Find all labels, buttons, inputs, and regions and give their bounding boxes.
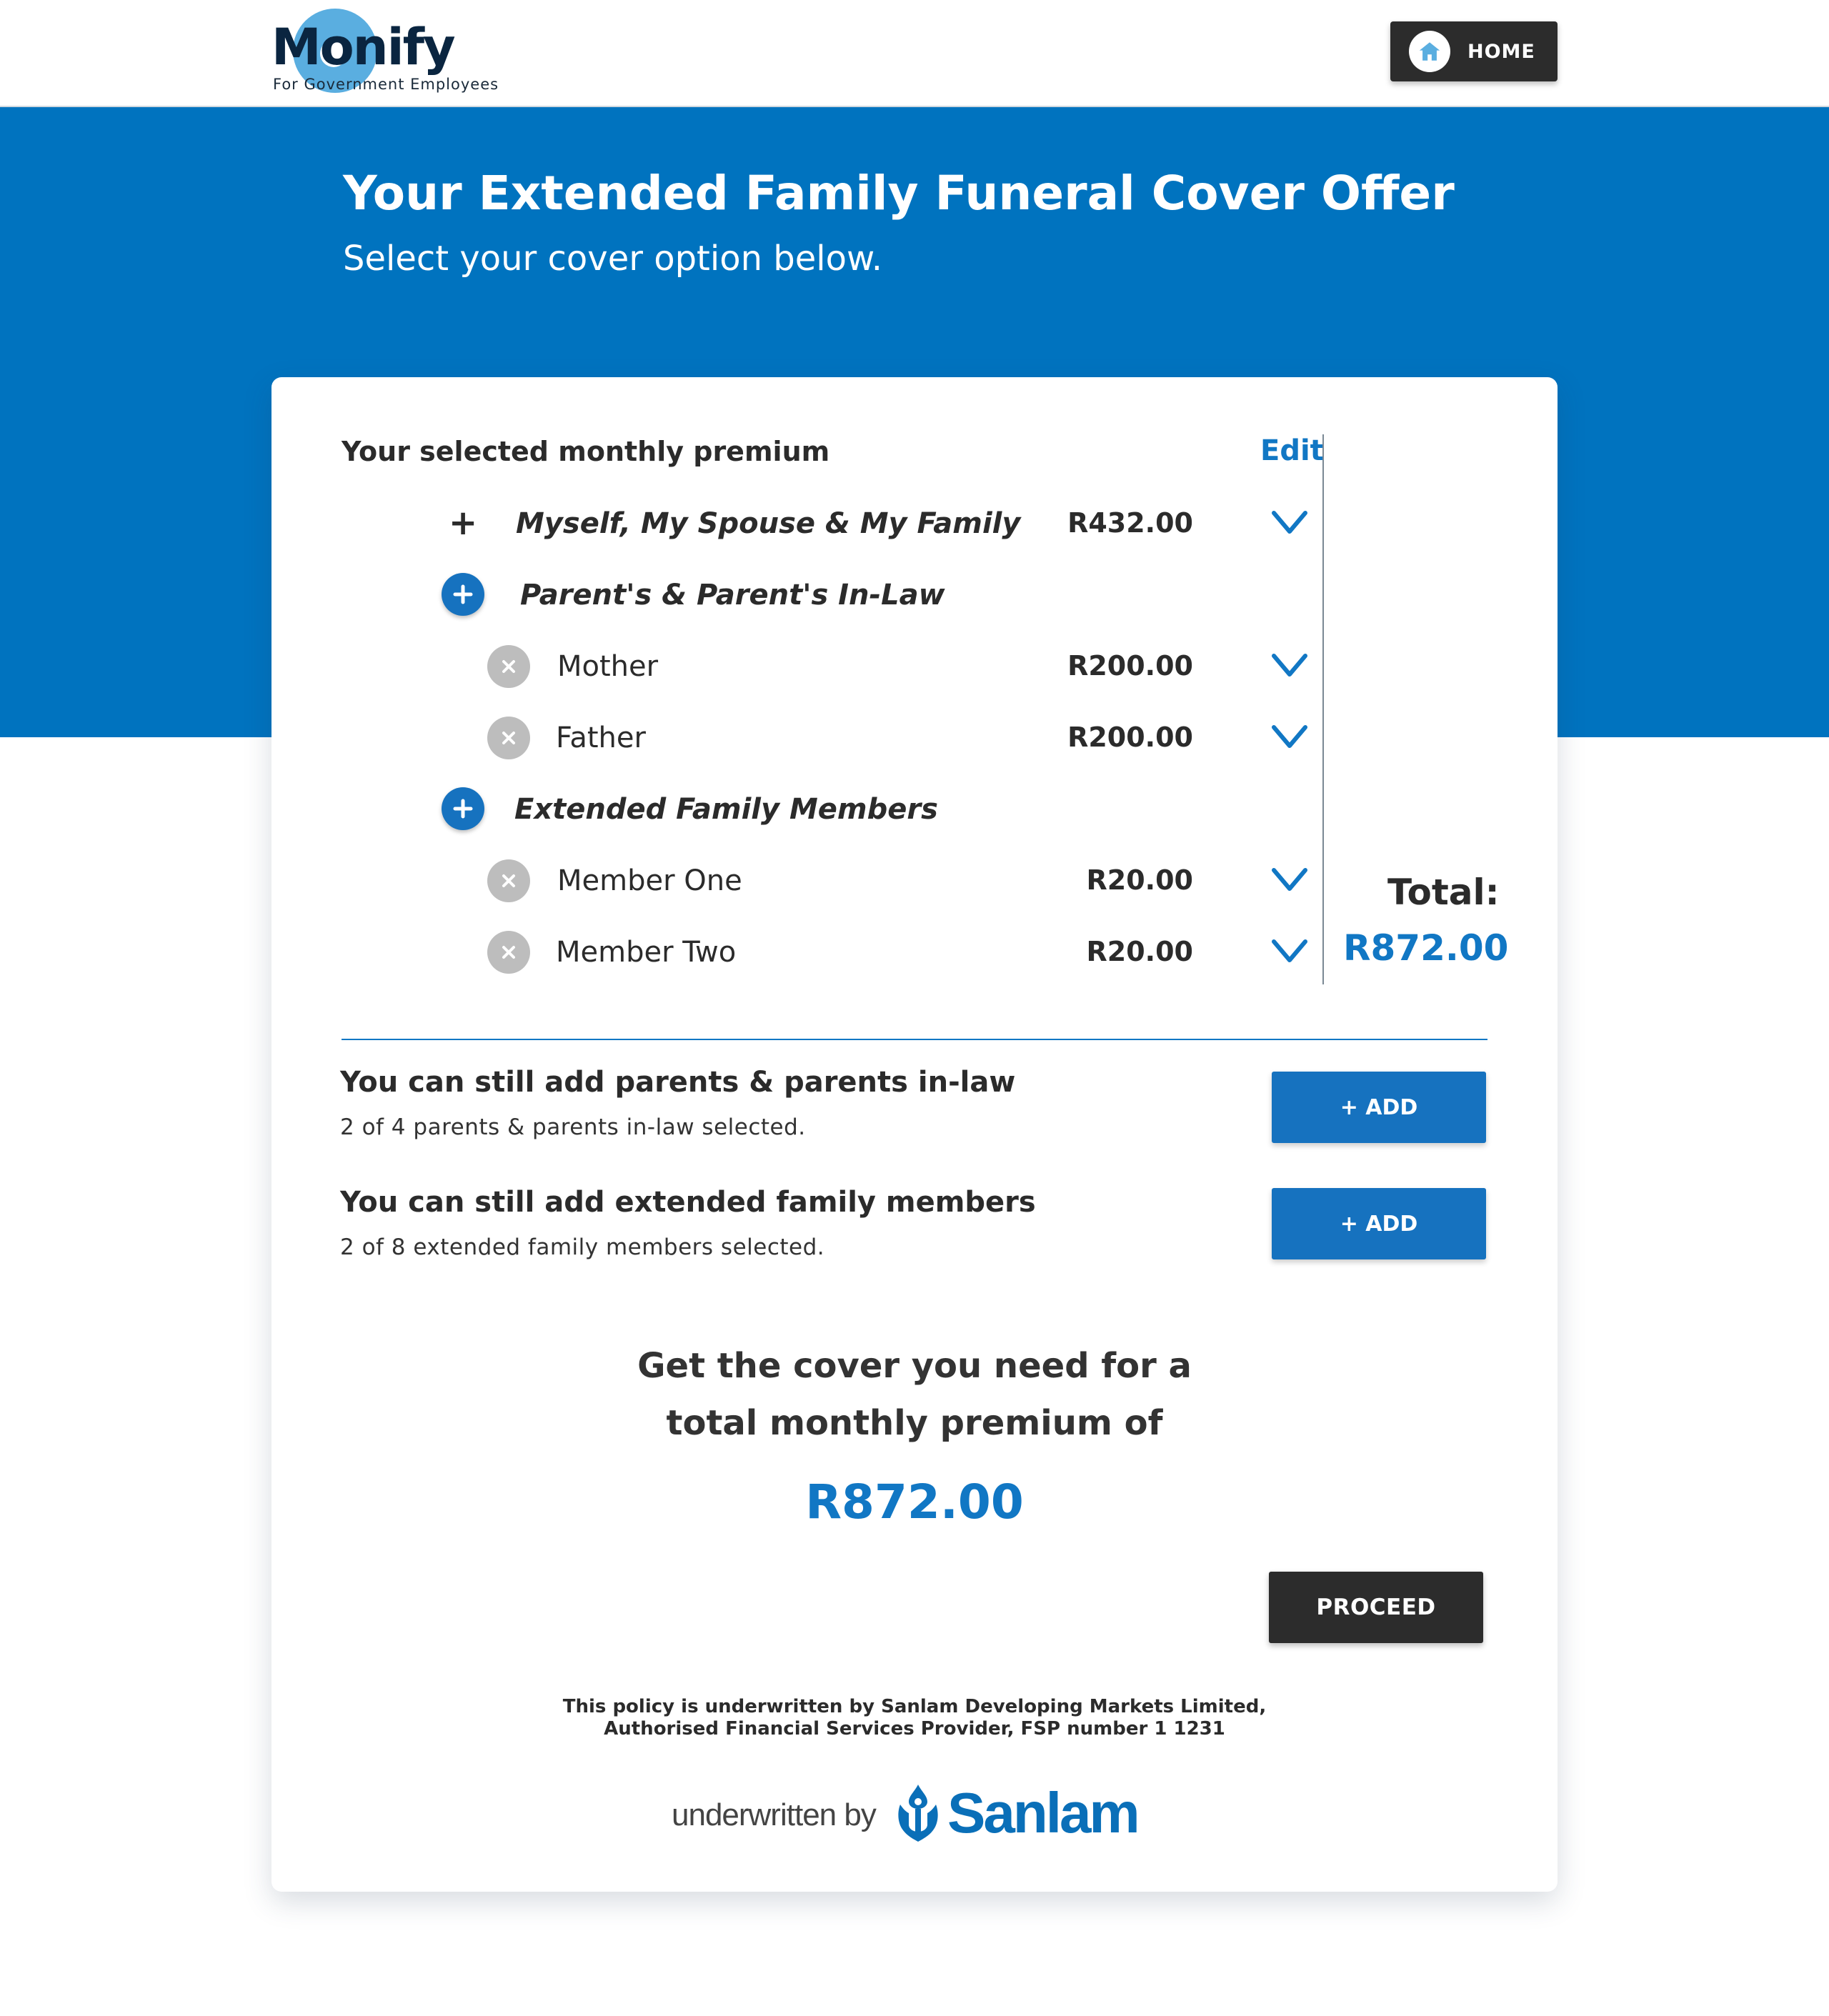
cover-row-parents-group: Parent's & Parent's In-Law	[271, 570, 1315, 620]
page-subtitle: Select your cover option below.	[343, 239, 883, 279]
cover-row-member-one: Member One R20.00	[271, 856, 1315, 906]
logo-tagline: For Government Employees	[273, 76, 499, 93]
cover-row-extended-group: Extended Family Members	[271, 784, 1315, 834]
summary-amount: R872.00	[805, 1474, 1024, 1530]
offer-card: Your selected monthly premium Edit + Mys…	[271, 377, 1558, 1892]
add-parent-icon[interactable]	[442, 573, 484, 616]
add-parents-title: You can still add parents & parents in-l…	[340, 1066, 1016, 1099]
member-amount: R20.00	[1086, 864, 1193, 896]
top-header: Monify For Government Employees HOME	[0, 0, 1829, 107]
edit-link[interactable]: Edit	[1260, 434, 1324, 467]
remove-icon[interactable]	[487, 645, 530, 688]
add-parents-subtitle: 2 of 4 parents & parents in-law selected…	[340, 1114, 806, 1140]
member-label: Member One	[557, 864, 742, 897]
page-title: Your Extended Family Funeral Cover Offer	[343, 166, 1455, 221]
cover-group-label: Extended Family Members	[514, 793, 938, 826]
home-button-label: HOME	[1467, 40, 1535, 63]
policy-line-2: Authorised Financial Services Provider, …	[604, 1718, 1225, 1740]
member-label: Member Two	[556, 936, 737, 969]
home-icon	[1409, 31, 1450, 72]
chevron-down-icon[interactable]	[1270, 723, 1309, 752]
plus-icon: +	[449, 503, 478, 543]
monify-logo[interactable]: Monify For Government Employees	[271, 9, 507, 94]
proceed-button[interactable]: PROCEED	[1269, 1572, 1483, 1643]
add-extended-button[interactable]: + ADD	[1272, 1188, 1486, 1259]
cover-row-member-two: Member Two R20.00	[271, 927, 1315, 977]
cover-row-main: + Myself, My Spouse & My Family R432.00	[271, 499, 1315, 549]
cover-group-label: Parent's & Parent's In-Law	[520, 579, 945, 612]
add-parents-button[interactable]: + ADD	[1272, 1072, 1486, 1143]
section-divider	[342, 1039, 1487, 1040]
logo-wordmark: Monify	[271, 18, 456, 76]
member-label: Mother	[557, 650, 659, 683]
sanlam-anchor-icon	[898, 1785, 938, 1842]
summary-line-2: total monthly premium of	[666, 1403, 1163, 1443]
member-amount: R200.00	[1067, 722, 1193, 753]
chevron-down-icon[interactable]	[1270, 866, 1309, 894]
policy-line-1: This policy is underwritten by Sanlam De…	[562, 1696, 1267, 1717]
chevron-down-icon[interactable]	[1270, 509, 1309, 537]
add-extended-title: You can still add extended family member…	[340, 1186, 1036, 1219]
chevron-down-icon[interactable]	[1270, 937, 1309, 966]
member-amount: R20.00	[1086, 936, 1193, 967]
remove-icon[interactable]	[487, 859, 530, 902]
premium-heading: Your selected monthly premium	[342, 436, 830, 467]
total-amount: R872.00	[1343, 927, 1509, 969]
summary-line-1: Get the cover you need for a	[637, 1346, 1192, 1386]
member-label: Father	[556, 722, 646, 754]
cover-row-father: Father R200.00	[271, 713, 1315, 763]
cover-row-mother: Mother R200.00	[271, 642, 1315, 692]
chevron-down-icon[interactable]	[1270, 652, 1309, 680]
remove-icon[interactable]	[487, 717, 530, 759]
sanlam-wordmark: Sanlam	[947, 1781, 1140, 1845]
cover-amount: R432.00	[1067, 507, 1193, 539]
add-extended-subtitle: 2 of 8 extended family members selected.	[340, 1234, 825, 1260]
total-label: Total:	[1387, 872, 1500, 913]
vertical-divider	[1322, 434, 1324, 984]
underwritten-by-text: underwritten by	[672, 1797, 877, 1832]
underwriter-logo: underwritten by Sanlam	[672, 1779, 1172, 1850]
remove-icon[interactable]	[487, 931, 530, 974]
add-extended-icon[interactable]	[442, 787, 484, 830]
home-button[interactable]: HOME	[1390, 21, 1558, 81]
member-amount: R200.00	[1067, 650, 1193, 682]
cover-group-label: Myself, My Spouse & My Family	[516, 507, 1021, 540]
